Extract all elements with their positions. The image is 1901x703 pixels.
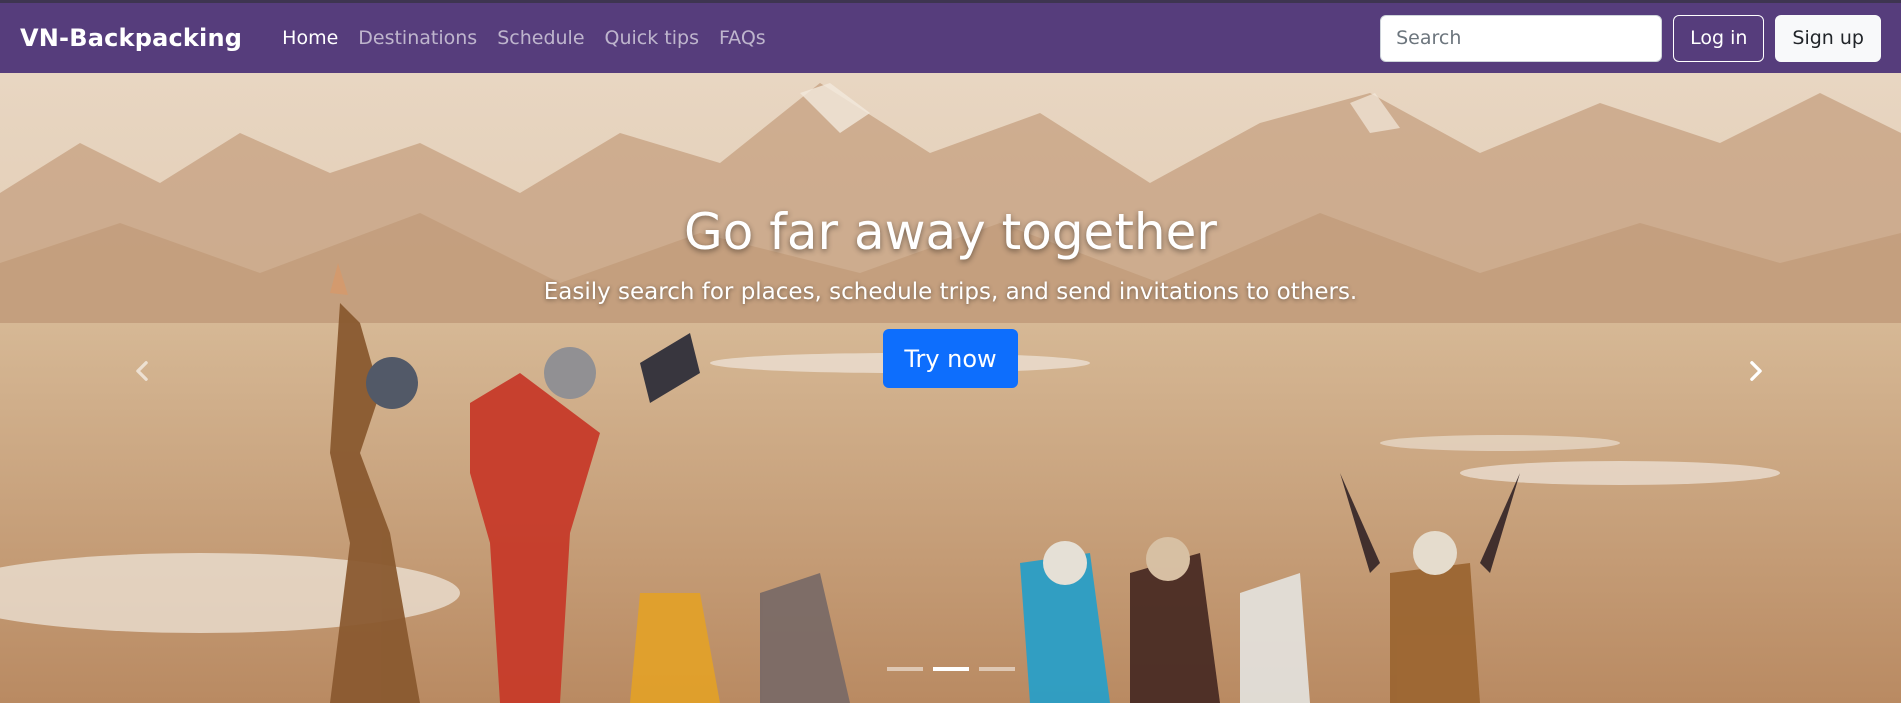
carousel-indicator-1[interactable] <box>886 667 923 671</box>
carousel-indicator-2[interactable] <box>932 667 969 671</box>
chevron-left-icon <box>136 361 148 381</box>
hero-title: Go far away together <box>684 203 1217 261</box>
login-button[interactable]: Log in <box>1673 14 1765 62</box>
nav-actions: Log in Sign up <box>1380 14 1881 62</box>
nav-link-schedule[interactable]: Schedule <box>487 27 594 49</box>
nav-link-faqs[interactable]: FAQs <box>709 27 776 49</box>
signup-button[interactable]: Sign up <box>1775 14 1881 62</box>
hero-background-image <box>0 73 1901 703</box>
nav-link-home[interactable]: Home <box>272 27 348 49</box>
hero-carousel: Go far away together Easily search for p… <box>0 73 1901 703</box>
nav-link-destinations[interactable]: Destinations <box>348 27 487 49</box>
search-input[interactable] <box>1380 14 1663 62</box>
hero-subtitle: Easily search for places, schedule trips… <box>543 279 1358 305</box>
chevron-right-icon <box>1750 361 1762 381</box>
hero-caption: Go far away together Easily search for p… <box>0 203 1901 388</box>
brand-logo[interactable]: VN-Backpacking <box>20 24 242 52</box>
nav-link-quick-tips[interactable]: Quick tips <box>595 27 709 49</box>
nav-links: Home Destinations Schedule Quick tips FA… <box>272 27 776 49</box>
carousel-prev-button[interactable] <box>122 351 162 391</box>
carousel-indicators <box>0 667 1901 671</box>
carousel-indicator-3[interactable] <box>978 667 1015 671</box>
navbar: VN-Backpacking Home Destinations Schedul… <box>0 0 1901 73</box>
try-now-button[interactable]: Try now <box>883 329 1018 388</box>
carousel-next-button[interactable] <box>1736 351 1776 391</box>
